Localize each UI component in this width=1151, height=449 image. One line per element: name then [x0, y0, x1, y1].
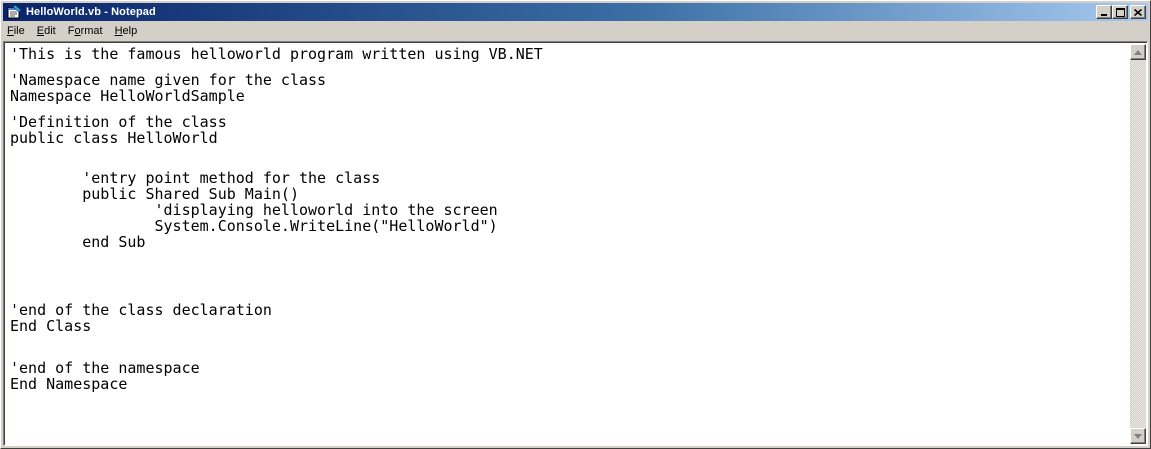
menu-bar: File Edit Format Help — [3, 22, 1148, 40]
scroll-down-arrow-icon — [1134, 433, 1142, 439]
title-bar[interactable]: HelloWorld.vb - Notepad — [3, 3, 1148, 21]
window-controls — [1096, 5, 1146, 19]
code-line: End Class — [10, 317, 92, 335]
code-line: 'entry point method for the class — [10, 169, 381, 187]
code-line: Namespace HelloWorldSample — [10, 87, 245, 105]
code-line: System.Console.WriteLine("HelloWorld") — [10, 217, 498, 235]
scroll-up-arrow-icon — [1134, 49, 1142, 55]
minimize-button[interactable] — [1096, 5, 1112, 19]
notepad-icon[interactable] — [6, 5, 22, 19]
code-line: 'Namespace name given for the class — [10, 71, 327, 89]
menu-edit-mnemonic: E — [36, 25, 45, 37]
editor-frame: 'This is the famous helloworld program w… — [3, 41, 1148, 446]
scroll-down-button[interactable] — [1130, 428, 1146, 444]
notepad-window: HelloWorld.vb - Notepad File Edit Format… — [0, 0, 1151, 449]
menu-file-mnemonic: F — [7, 25, 14, 37]
menu-help-label: elp — [122, 25, 138, 37]
maximize-button[interactable] — [1112, 5, 1128, 19]
close-button[interactable] — [1130, 5, 1146, 19]
maximize-icon — [1115, 7, 1125, 17]
code-line: 'Definition of the class — [10, 113, 227, 131]
menu-edit[interactable]: Edit — [31, 23, 62, 39]
code-line: 'This is the famous helloworld program w… — [10, 45, 543, 63]
close-icon — [1134, 8, 1142, 16]
menu-help[interactable]: Help — [109, 23, 144, 39]
menu-format[interactable]: Format — [62, 23, 109, 39]
vertical-scrollbar[interactable] — [1130, 44, 1146, 444]
scroll-up-button[interactable] — [1130, 44, 1146, 60]
text-editor[interactable]: 'This is the famous helloworld program w… — [6, 44, 1129, 444]
code-line: end Sub — [10, 233, 146, 251]
menu-format-label: rmat — [80, 25, 103, 37]
code-line: End Namespace — [10, 375, 128, 393]
menu-file[interactable]: File — [3, 23, 31, 39]
minimize-icon — [1101, 14, 1107, 16]
code-line: 'end of the class declaration — [10, 301, 272, 319]
menu-edit-label: dit — [44, 25, 56, 37]
code-line: public Shared Sub Main() — [10, 185, 299, 203]
code-line: 'end of the namespace — [10, 359, 200, 377]
window-title: HelloWorld.vb - Notepad — [26, 6, 156, 18]
menu-help-mnemonic: H — [114, 25, 123, 37]
menu-file-label: ile — [13, 25, 25, 37]
code-line: public class HelloWorld — [10, 129, 218, 147]
code-line: 'displaying helloworld into the screen — [10, 201, 498, 219]
